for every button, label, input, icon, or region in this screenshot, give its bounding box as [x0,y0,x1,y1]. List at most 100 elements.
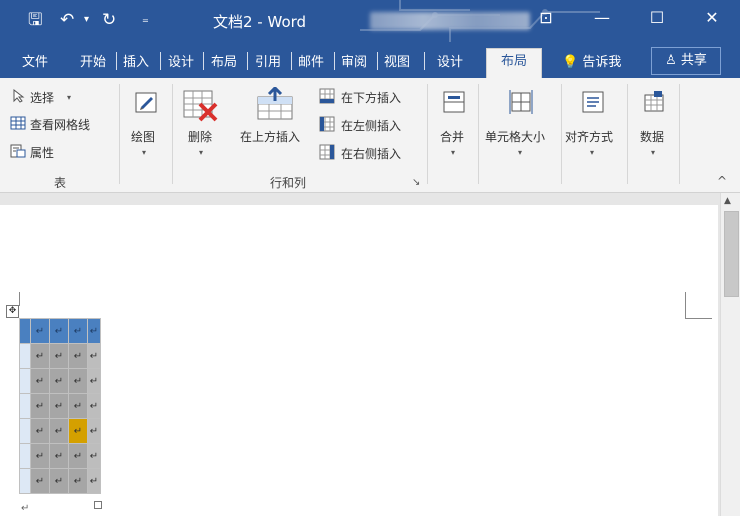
ribbon-display-options-icon[interactable]: ⊡ [531,8,561,27]
cell-size-button[interactable]: 单元格大小 [485,128,545,145]
tab-mailings[interactable]: 邮件 [298,51,324,70]
table-cell[interactable]: ↵ [68,393,88,419]
table-row[interactable]: ↵ ↵ ↵ ↵ [19,343,101,369]
table-row[interactable]: ↵ ↵ ↵ ↵ [19,468,101,494]
alignment-button[interactable]: 对齐方式 [565,128,613,145]
table-cell[interactable]: ↵ [49,468,69,494]
redo-icon[interactable]: ↻ [102,9,116,31]
vertical-scrollbar[interactable]: ▲ [720,193,740,516]
table-cell[interactable]: ↵ [87,418,101,444]
undo-icon[interactable]: ↶ [60,9,74,31]
table-cell[interactable] [19,393,31,419]
scroll-up-icon[interactable]: ▲ [724,196,731,206]
table-cell[interactable]: ↵ [68,443,88,469]
table-cell[interactable] [19,443,31,469]
cell-size-icon [509,90,533,114]
tab-view[interactable]: 视图 [384,51,410,70]
rows-columns-dialog-launcher-icon[interactable]: ↘ [412,177,420,188]
scroll-thumb[interactable] [724,211,739,297]
tab-home[interactable]: 开始 [80,51,106,70]
table-row[interactable]: ↵ ↵ ↵ ↵ [19,393,101,419]
table-cell[interactable]: ↵ [49,393,69,419]
table-cell[interactable] [19,418,31,444]
table-cell[interactable] [19,468,31,494]
share-button[interactable]: ♙ 共享 [651,47,721,75]
select-dropdown-icon[interactable]: ▾ [67,93,71,102]
cell-size-dropdown-icon[interactable]: ▾ [518,148,522,157]
table-cell[interactable]: ↵ [68,318,88,344]
draw-button[interactable]: 绘图 [131,128,155,145]
table-cell[interactable] [19,368,31,394]
table-row[interactable]: ↵ ↵ ↵ ↵ [19,443,101,469]
tab-insert[interactable]: 插入 [123,51,149,70]
table-cell[interactable]: ↵ [87,443,101,469]
table-cell[interactable]: ↵ [87,368,101,394]
tab-separator [203,52,204,70]
table-cell[interactable]: ↵ [30,368,50,394]
table-cell[interactable]: ↵ [68,368,88,394]
collapse-ribbon-icon[interactable]: ^ [717,174,727,188]
table-cell[interactable]: ↵ [87,318,101,344]
draw-dropdown-icon[interactable]: ▾ [142,148,146,157]
draw-table-icon [135,92,157,113]
view-gridlines-button[interactable]: 查看网格线 [30,116,90,133]
table-cell[interactable]: ↵ [87,393,101,419]
tab-layout[interactable]: 布局 [211,51,237,70]
tab-table-design[interactable]: 设计 [437,51,463,70]
insert-left-button[interactable]: 在左侧插入 [341,117,401,134]
table-move-handle[interactable]: ✥ [6,305,19,318]
tab-file[interactable]: 文件 [22,51,48,70]
table-resize-handle[interactable] [94,501,102,509]
table-row[interactable]: ↵ ↵ ↵ ↵ [19,418,101,444]
table-cell[interactable]: ↵ [87,343,101,369]
table-row[interactable]: ↵ ↵ ↵ ↵ [19,368,101,394]
table-cell[interactable]: ↵ [30,343,50,369]
tab-references[interactable]: 引用 [255,51,281,70]
table-cell[interactable] [19,343,31,369]
table-cell[interactable]: ↵ [49,418,69,444]
table-cell[interactable]: ↵ [87,468,101,494]
tell-me-box[interactable]: 💡 告诉我 [562,51,621,70]
table-cell[interactable]: ↵ [30,418,50,444]
table-cell[interactable]: ↵ [49,318,69,344]
insert-below-button[interactable]: 在下方插入 [341,89,401,106]
data-button[interactable]: 数据 [640,128,664,145]
ribbon-panel: 选择 ▾ 查看网格线 属性 表 绘图 ▾ 删除 ▾ 在上方插入 在下方插入 在左… [0,78,740,193]
table-cell[interactable]: ↵ [49,443,69,469]
table-cell[interactable]: ↵ [30,468,50,494]
table-cell[interactable]: ↵ [30,318,50,344]
merge-button[interactable]: 合并 [440,128,464,145]
table-row[interactable]: ↵ ↵ ↵ ↵ [19,318,101,344]
delete-button[interactable]: 删除 [188,128,212,145]
save-icon[interactable]: 🖫 [28,9,42,31]
minimize-button[interactable]: — [587,8,617,27]
delete-dropdown-icon[interactable]: ▾ [199,148,203,157]
tab-table-layout[interactable]: 布局 [486,48,543,79]
gridlines-icon [10,116,26,130]
alignment-dropdown-icon[interactable]: ▾ [590,148,594,157]
data-dropdown-icon[interactable]: ▾ [651,148,655,157]
word-table[interactable]: ↵ ↵ ↵ ↵ ↵ ↵ ↵ ↵ ↵ ↵ ↵ ↵ ↵ ↵ ↵ ↵ ↵ ↵ ↵ ↵ ↵ ↵ ↵ ↵ ↵ ↵ ↵ ↵ [19,318,101,494]
table-cell[interactable]: ↵ [68,468,88,494]
insert-left-icon [319,116,335,132]
tab-design[interactable]: 设计 [168,51,194,70]
table-cell[interactable]: ↵ [68,418,88,444]
undo-dropdown-icon[interactable]: ▾ [84,9,89,31]
table-cell[interactable]: ↵ [49,343,69,369]
insert-above-button[interactable]: 在上方插入 [240,128,300,145]
table-cell[interactable]: ↵ [68,343,88,369]
group-separator [427,84,428,184]
select-button[interactable]: 选择 [30,89,54,106]
merge-dropdown-icon[interactable]: ▾ [451,148,455,157]
table-cell[interactable]: ↵ [30,393,50,419]
table-cell[interactable]: ↵ [30,443,50,469]
insert-right-button[interactable]: 在右侧插入 [341,145,401,162]
customize-quick-access-icon[interactable]: ₌ [142,9,149,31]
tab-review[interactable]: 审阅 [341,51,367,70]
maximize-button[interactable]: ☐ [642,8,672,27]
properties-button[interactable]: 属性 [30,144,54,161]
table-cell[interactable]: ↵ [49,368,69,394]
table-cell[interactable] [19,318,31,344]
close-button[interactable]: ✕ [697,8,727,27]
document-page[interactable] [0,205,718,516]
